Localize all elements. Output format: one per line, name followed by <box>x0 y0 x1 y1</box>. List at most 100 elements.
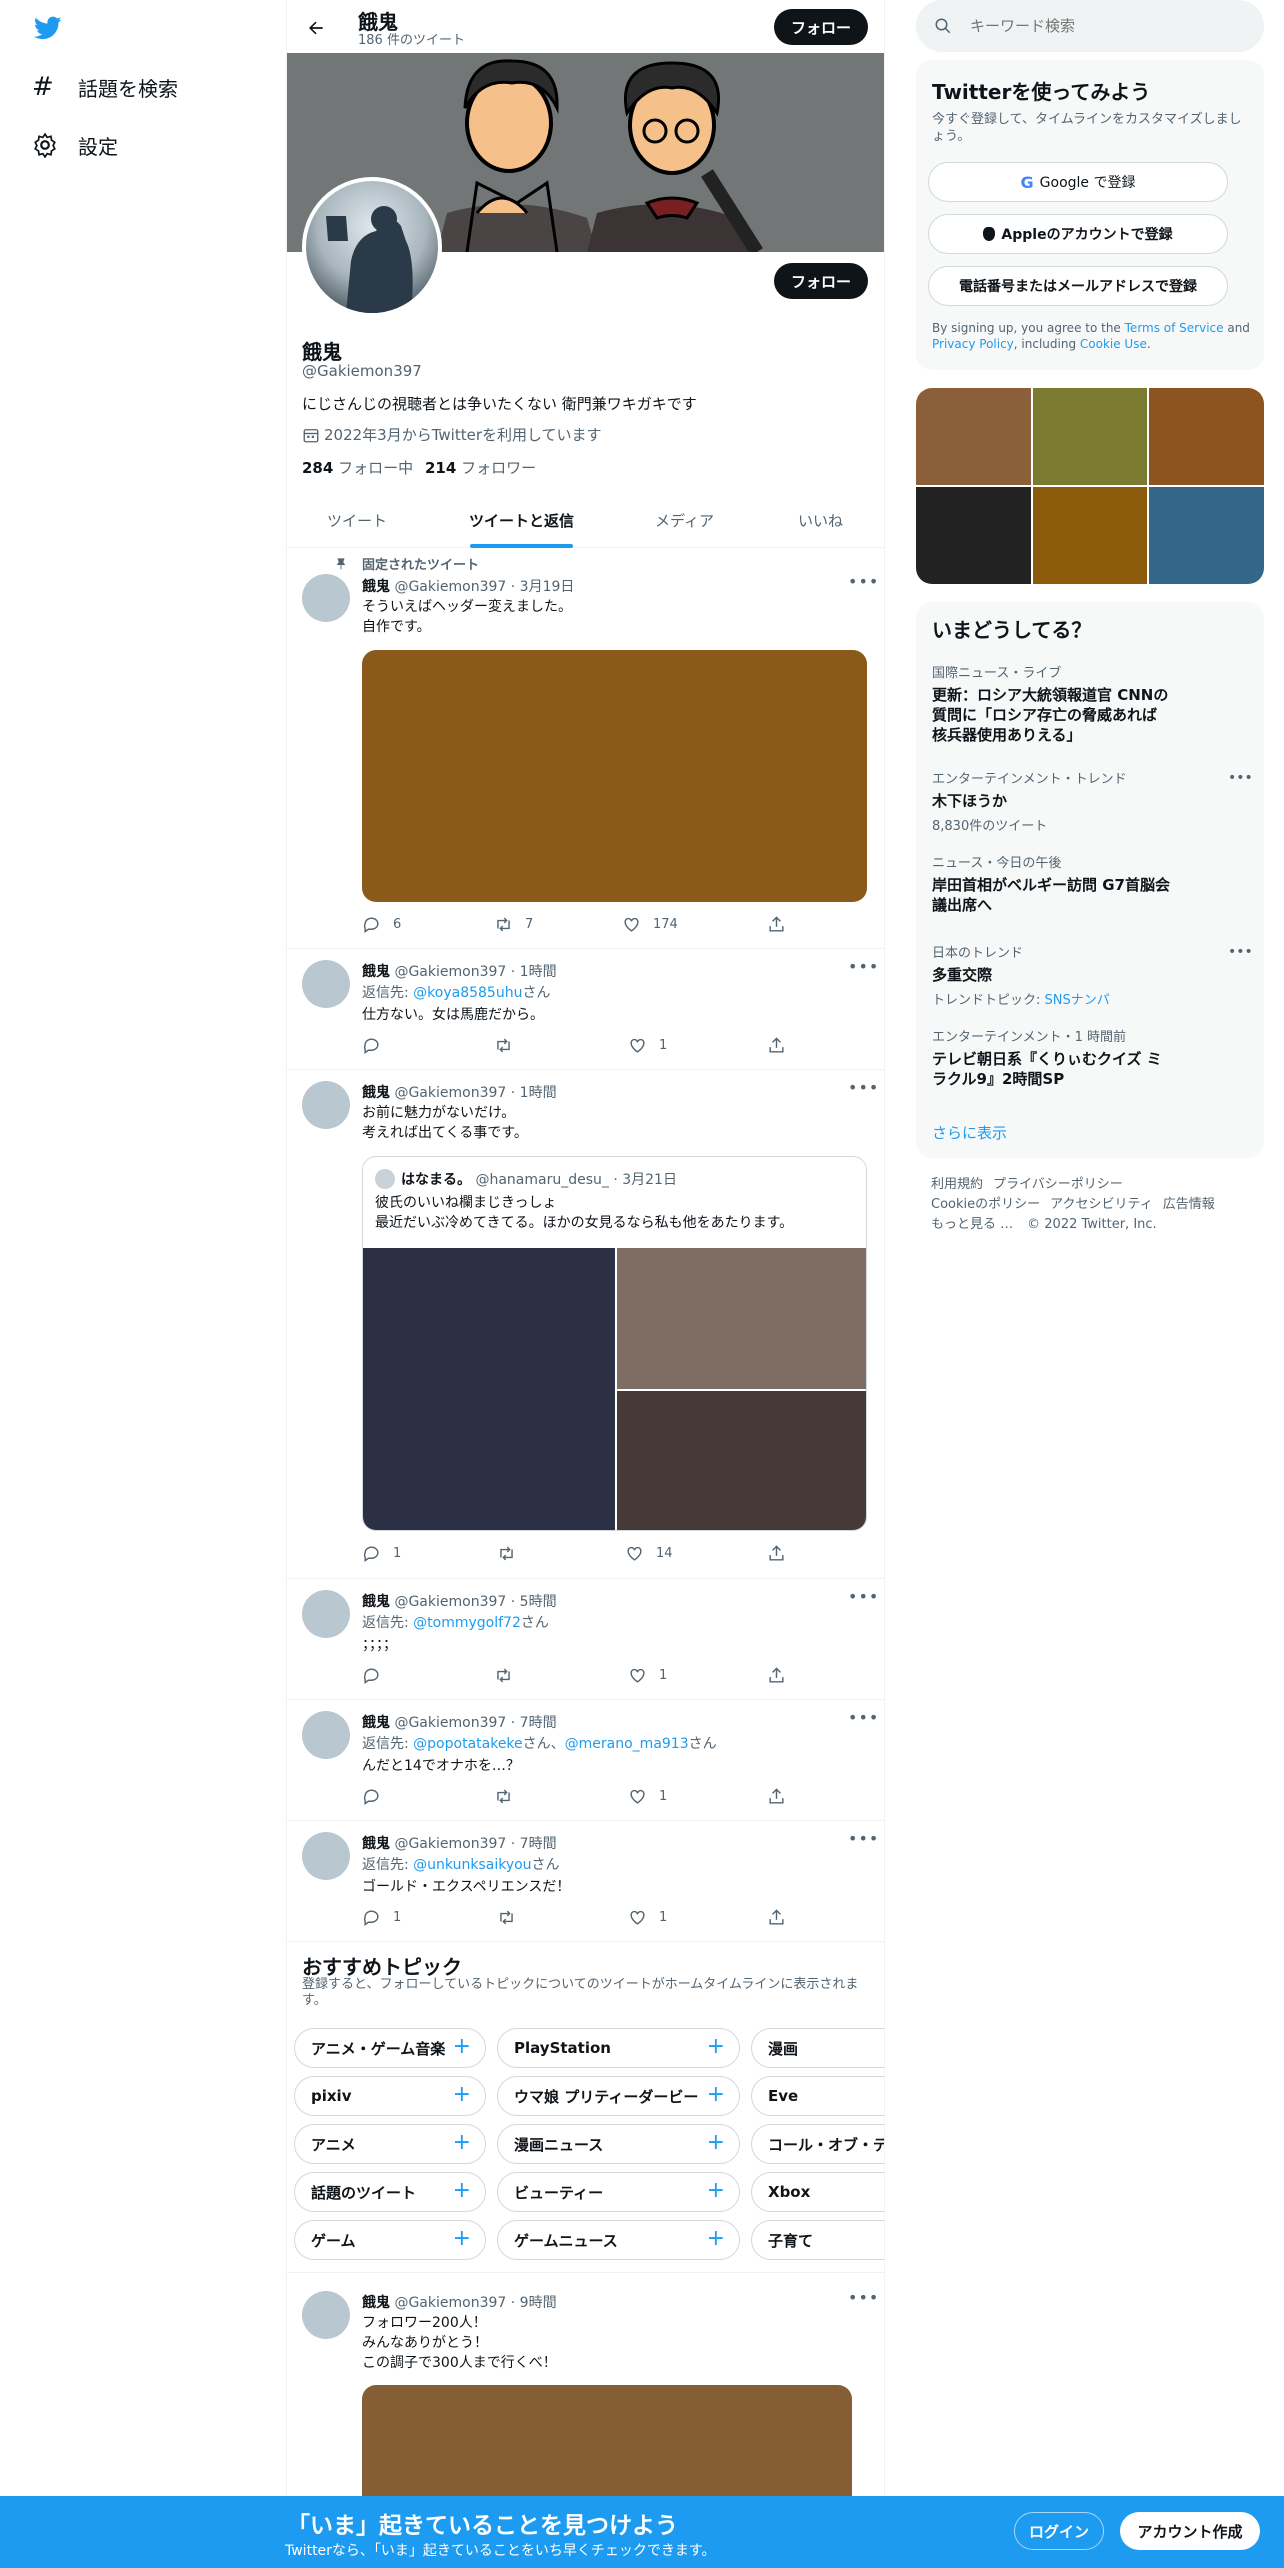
like-button[interactable]: 1 <box>628 1908 667 1927</box>
footer-link[interactable]: Cookieのポリシー <box>931 1197 1040 1212</box>
like-button[interactable]: 1 <box>628 1036 667 1055</box>
footer-link[interactable]: 広告情報 <box>1163 1197 1215 1212</box>
tweet-more-icon[interactable]: ••• <box>848 1587 879 1606</box>
media-thumb[interactable] <box>916 487 1031 584</box>
tweet-author[interactable]: 餓鬼 <box>362 1715 390 1731</box>
tweet-time[interactable]: 7時間 <box>520 1715 557 1731</box>
topic-chip[interactable]: コール・オブ・デ <box>751 2124 884 2164</box>
quote-media-2[interactable] <box>617 1248 866 1389</box>
share-button[interactable] <box>767 1544 798 1563</box>
topic-chip[interactable]: 漫画ニュース + <box>497 2124 740 2164</box>
tweet-time[interactable]: 1時間 <box>520 1085 557 1101</box>
topic-chip[interactable]: Eve <box>751 2076 884 2116</box>
tweet-media[interactable] <box>362 650 867 902</box>
topic-chip[interactable]: PlayStation + <box>497 2028 740 2068</box>
topic-chip[interactable]: アニメ + <box>294 2124 486 2164</box>
reply-button[interactable] <box>362 1666 393 1685</box>
tweet-author[interactable]: 餓鬼 <box>362 1836 390 1852</box>
share-button[interactable] <box>767 1666 798 1685</box>
topic-chip[interactable]: ゲームニュース + <box>497 2220 740 2260</box>
trend-item[interactable]: エンターテインメント・1 時間前 テレビ朝日系『くりぃむクイズ ミ ラクル9』2… <box>932 1026 1252 1089</box>
reply-button[interactable]: 6 <box>362 915 401 934</box>
nav-explore[interactable]: # 話題を検索 <box>32 70 178 104</box>
retweet-button[interactable] <box>494 1666 525 1685</box>
media-thumb[interactable] <box>916 388 1031 485</box>
nav-settings[interactable]: 設定 <box>32 128 118 162</box>
trend-item[interactable]: 国際ニュース・ライブ 更新：ロシア大統領報道官 CNNの 質問に「ロシア存亡の脅… <box>932 662 1252 745</box>
tweet-time[interactable]: 1時間 <box>520 964 557 980</box>
avatar[interactable] <box>302 574 350 622</box>
terms-of-service-link[interactable]: Terms of Service <box>1125 321 1224 335</box>
trend-item[interactable]: ニュース・今日の午後 岸田首相がベルギー訪問 G7首脳会 議出席へ <box>932 852 1252 915</box>
topic-chip[interactable]: ゲーム + <box>294 2220 486 2260</box>
tweet-more-icon[interactable]: ••• <box>848 1829 879 1848</box>
reply-button[interactable]: 1 <box>362 1544 401 1563</box>
trend-more-icon[interactable]: ••• <box>1228 944 1253 960</box>
reply-to-link[interactable]: @tommygolf72 <box>413 1615 521 1631</box>
avatar[interactable] <box>302 1832 350 1880</box>
footer-link[interactable]: アクセシビリティ <box>1050 1197 1153 1212</box>
topic-chip[interactable]: アニメ・ゲーム音楽 + <box>294 2028 486 2068</box>
google-signup-button[interactable]: G Google で登録 <box>928 162 1228 202</box>
tweet-author[interactable]: 餓鬼 <box>362 1594 390 1610</box>
search-input[interactable] <box>970 17 1240 35</box>
topic-chip[interactable]: 子育て <box>751 2220 884 2260</box>
tweet-time[interactable]: 3月19日 <box>520 579 575 595</box>
quote-media-3[interactable] <box>617 1391 866 1530</box>
profile-following[interactable]: 284 フォロー中 <box>302 457 413 478</box>
tab-tweets[interactable]: ツイート <box>327 510 387 531</box>
topic-chip[interactable]: ウマ娘 プリティーダービー + <box>497 2076 740 2116</box>
avatar[interactable] <box>302 1081 350 1129</box>
media-thumb[interactable] <box>1149 388 1264 485</box>
reply-to-link-2[interactable]: @merano_ma913 <box>565 1736 689 1752</box>
tweet-author[interactable]: 餓鬼 <box>362 579 390 595</box>
reply-button[interactable] <box>362 1787 393 1806</box>
like-button[interactable]: 1 <box>628 1787 667 1806</box>
topic-chip[interactable]: pixiv + <box>294 2076 486 2116</box>
tweet-time[interactable]: 7時間 <box>520 1836 557 1852</box>
footer-link[interactable]: 利用規約 <box>931 1177 983 1192</box>
tab-likes[interactable]: いいね <box>798 510 843 531</box>
privacy-policy-link[interactable]: Privacy Policy <box>932 337 1014 351</box>
avatar[interactable] <box>302 2291 350 2339</box>
avatar[interactable] <box>302 960 350 1008</box>
retweet-button[interactable]: 7 <box>494 915 533 934</box>
trend-more-icon[interactable]: ••• <box>1228 770 1253 786</box>
show-more-link[interactable]: さらに表示 <box>932 1122 1007 1143</box>
reply-to-link[interactable]: @unkunksaikyou <box>413 1857 531 1873</box>
tweet-more-icon[interactable]: ••• <box>848 1078 879 1097</box>
reply-button[interactable]: 1 <box>362 1908 401 1927</box>
profile-followers[interactable]: 214 フォロワー <box>425 457 536 478</box>
media-thumb[interactable] <box>1033 487 1147 584</box>
twitter-logo-icon[interactable] <box>32 14 64 42</box>
phone-signup-button[interactable]: 電話番号またはメールアドレスで登録 <box>928 266 1228 306</box>
tweet-more-icon[interactable]: ••• <box>848 2288 879 2307</box>
tweet-author[interactable]: 餓鬼 <box>362 964 390 980</box>
quote-media-1[interactable] <box>363 1248 615 1530</box>
profile-follow-button[interactable]: フォロー <box>774 263 868 299</box>
trend-item[interactable]: 日本のトレンド 多重交際 トレンドトピック: SNSナンパ <box>932 942 1252 1008</box>
topic-chip[interactable]: Xbox <box>751 2172 884 2212</box>
share-button[interactable] <box>767 915 798 934</box>
header-follow-button[interactable]: フォロー <box>774 9 868 45</box>
retweet-button[interactable] <box>497 1544 528 1563</box>
like-button[interactable]: 1 <box>628 1666 667 1685</box>
topic-chip[interactable]: 話題のツイート + <box>294 2172 486 2212</box>
like-button[interactable]: 174 <box>622 915 678 934</box>
topic-chip[interactable]: ビューティー + <box>497 2172 740 2212</box>
create-account-button[interactable]: アカウント作成 <box>1120 2512 1260 2550</box>
tweet-more-icon[interactable]: ••• <box>848 1708 879 1727</box>
retweet-button[interactable] <box>497 1908 528 1927</box>
quote-tweet[interactable]: はなまる。 @hanamaru_desu_ · 3月21日 彼氏のいいね欄まじき… <box>362 1156 867 1531</box>
like-button[interactable]: 14 <box>625 1544 673 1563</box>
tweet-media[interactable] <box>362 2385 852 2505</box>
footer-link[interactable]: プライバシーポリシー <box>993 1177 1123 1192</box>
reply-to-link[interactable]: @popotatakeke <box>413 1736 522 1752</box>
tab-media[interactable]: メディア <box>655 510 714 531</box>
media-thumb[interactable] <box>1149 487 1264 584</box>
trend-topic-link[interactable]: SNSナンパ <box>1045 993 1110 1008</box>
reply-button[interactable] <box>362 1036 393 1055</box>
tweet-author[interactable]: 餓鬼 <box>362 2295 390 2311</box>
tweet-time[interactable]: 5時間 <box>520 1594 557 1610</box>
tab-tweets-replies[interactable]: ツイートと返信 <box>469 510 574 531</box>
